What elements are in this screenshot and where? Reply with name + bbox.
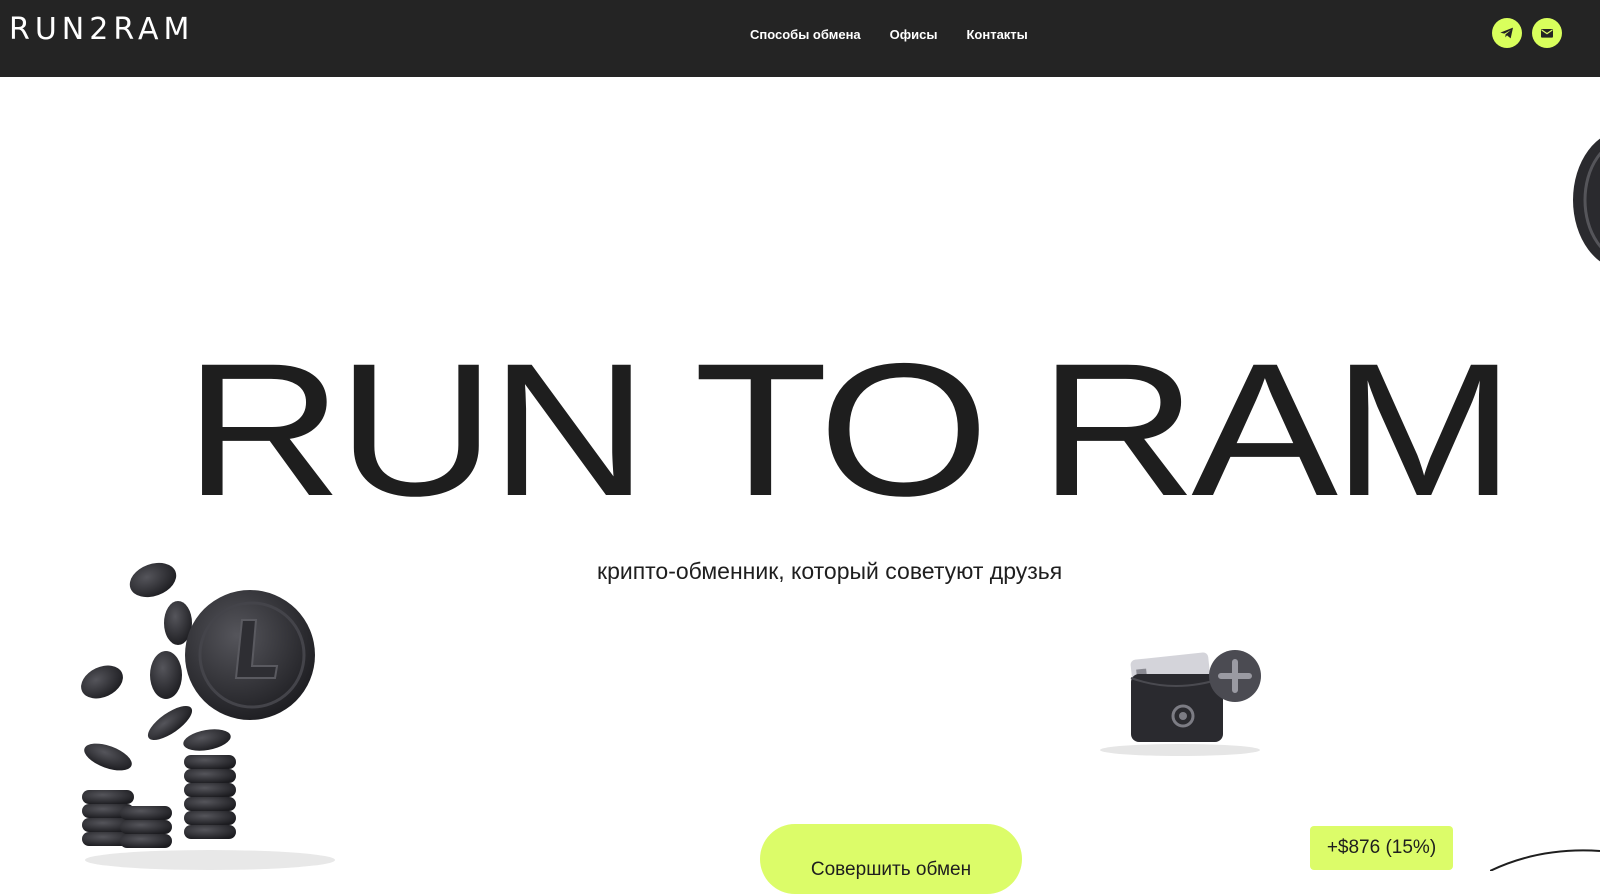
logo[interactable]: RUN2RAM: [9, 12, 194, 48]
wallet-illustration: [1100, 650, 1261, 756]
coins-illustration: [81, 562, 335, 870]
coin-edge-illustration: [1573, 138, 1600, 262]
mail-icon: [1541, 29, 1553, 38]
decorative-curve: [1490, 849, 1600, 871]
header-bar: RUN2RAM Способы обмена Офисы Контакты: [0, 0, 1600, 77]
nav-exchange-methods[interactable]: Способы обмена: [750, 25, 861, 45]
gain-badge: +$876 (15%): [1310, 826, 1453, 870]
nav-contacts[interactable]: Контакты: [966, 25, 1027, 45]
telegram-icon: [1500, 27, 1513, 39]
nav-offices[interactable]: Офисы: [890, 25, 938, 45]
mail-button[interactable]: [1532, 18, 1562, 48]
telegram-button[interactable]: [1492, 18, 1522, 48]
social-links: [1492, 18, 1562, 48]
hero-title: RUN TO RAM: [184, 323, 1515, 536]
hero-subtitle: крипто-обменник, который советуют друзья: [597, 558, 1063, 584]
exchange-button[interactable]: Совершить обмен: [760, 824, 1022, 894]
main-nav: Способы обмена Офисы Контакты: [750, 25, 1028, 45]
